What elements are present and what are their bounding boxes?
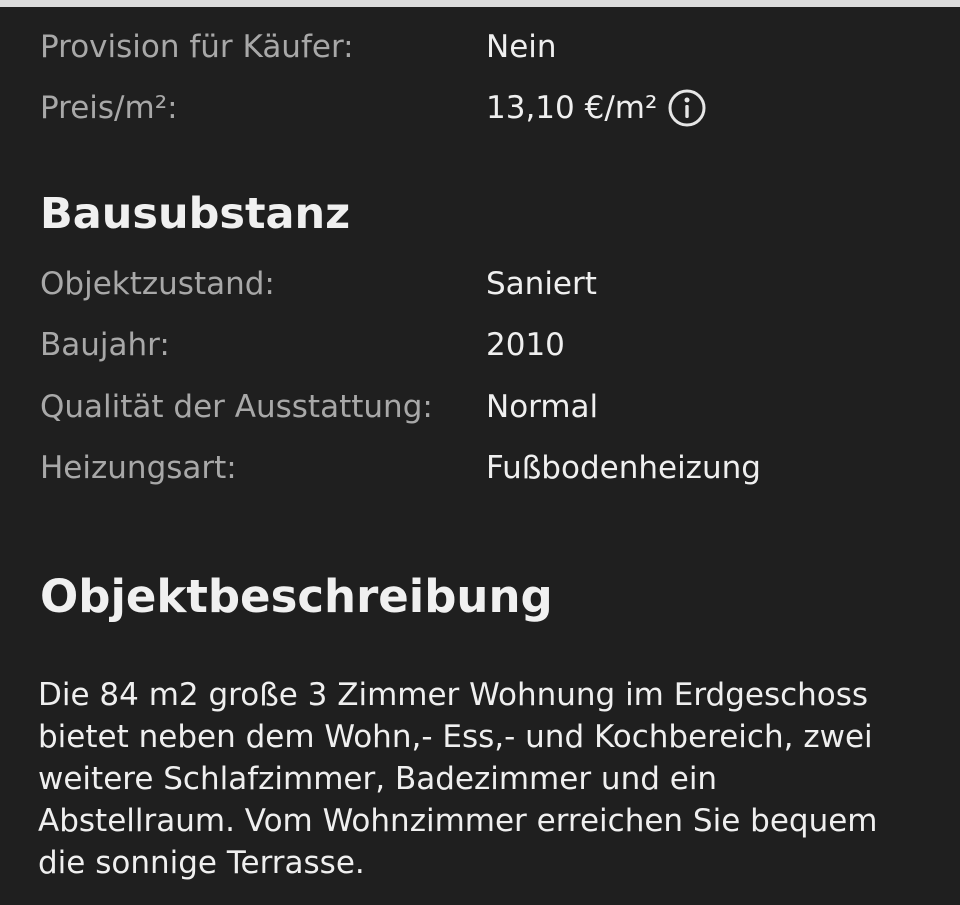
detail-value: Normal	[486, 389, 599, 425]
detail-label: Provision für Käufer:	[40, 29, 354, 65]
detail-label: Qualität der Ausstattung:	[40, 389, 433, 425]
detail-row-objektzustand: Objektzustand: Saniert	[0, 261, 960, 307]
detail-row-preis-pro-qm: Preis/m²: 13,10 €/m²	[0, 85, 960, 131]
section-title-bausubstanz: Bausubstanz	[40, 189, 351, 239]
detail-label: Preis/m²:	[40, 90, 178, 126]
detail-value-text: Nein	[486, 29, 557, 65]
detail-value-text: 13,10 €/m²	[486, 90, 658, 126]
detail-row-provision: Provision für Käufer: Nein	[0, 24, 960, 70]
detail-label: Objektzustand:	[40, 266, 275, 302]
detail-value: 2010	[486, 327, 565, 363]
listing-details-page: Provision für Käufer: Nein Preis/m²: 13,…	[0, 0, 960, 905]
detail-value: Saniert	[486, 266, 597, 302]
detail-row-heizungsart: Heizungsart: Fußbodenheizung	[0, 445, 960, 491]
detail-value: Nein	[486, 24, 557, 70]
detail-row-ausstattung: Qualität der Ausstattung: Normal	[0, 384, 960, 430]
detail-label: Heizungsart:	[40, 450, 237, 486]
detail-value: 13,10 €/m²	[486, 85, 707, 131]
description-text: Die 84 m2 große 3 Zimmer Wohnung im Erdg…	[38, 677, 878, 881]
detail-row-baujahr: Baujahr: 2010	[0, 322, 960, 368]
detail-value: Fußbodenheizung	[486, 450, 761, 486]
section-title-objektbeschreibung: Objektbeschreibung	[40, 570, 553, 623]
info-circle-icon[interactable]	[667, 88, 707, 128]
detail-label: Baujahr:	[40, 327, 170, 363]
top-divider	[0, 0, 960, 7]
